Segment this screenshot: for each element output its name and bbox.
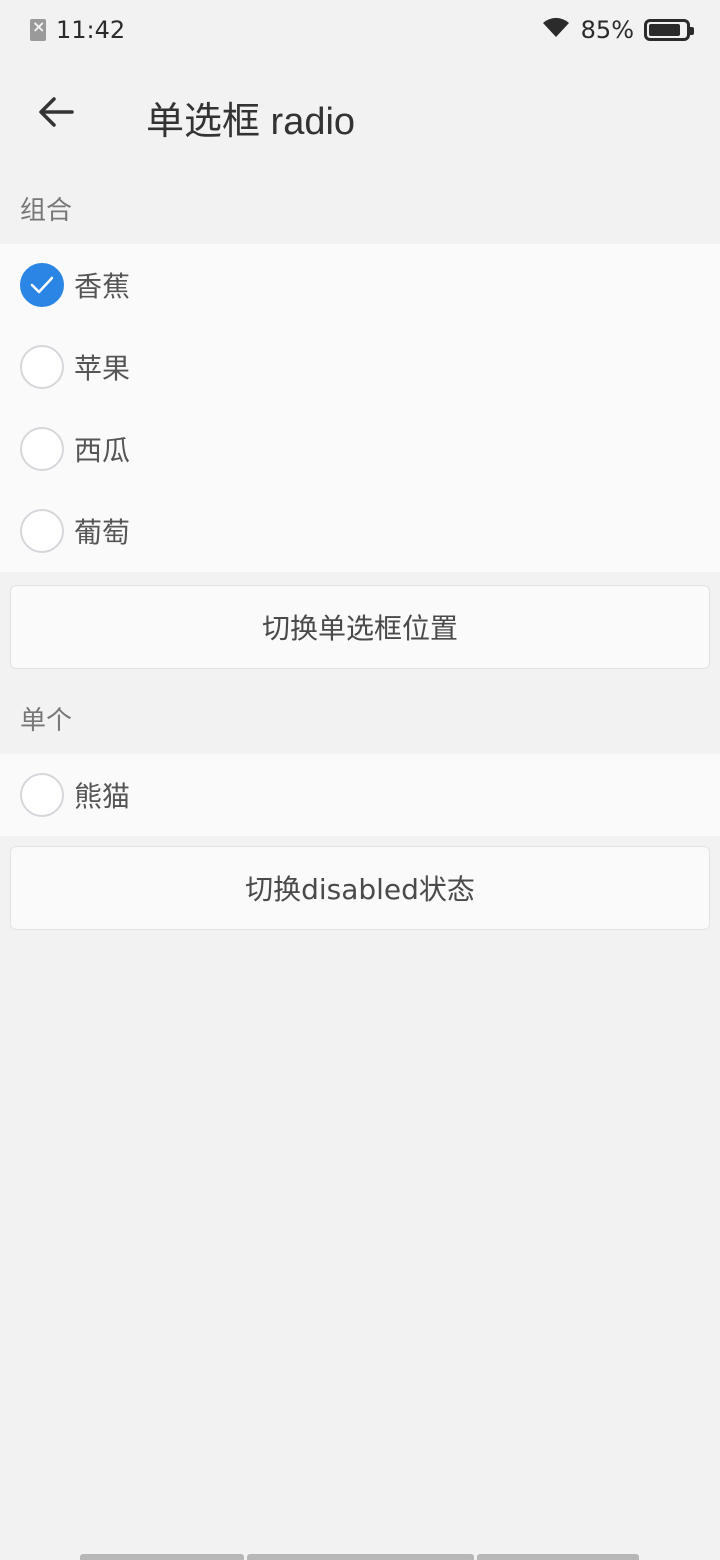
status-bar: 11:42 85% — [0, 0, 720, 60]
section-label-group: 组合 — [20, 196, 73, 226]
status-time: 11:42 — [56, 16, 126, 44]
nav-bar: 单选框 radio — [0, 60, 720, 170]
battery-icon — [644, 19, 694, 41]
battery-percent: 85% — [580, 16, 634, 44]
radio-item-panda[interactable]: 熊猫 — [0, 754, 720, 836]
radio-group: 香蕉 苹果 西瓜 葡萄 — [0, 244, 720, 572]
radio-label: 熊猫 — [74, 780, 131, 813]
radio-item-banana[interactable]: 香蕉 — [0, 244, 720, 326]
toggle-position-button[interactable]: 切换单选框位置 — [10, 585, 710, 669]
no-sim-icon — [30, 17, 46, 41]
status-left: 11:42 — [30, 16, 125, 44]
radio-unchecked[interactable] — [20, 773, 64, 817]
radio-unchecked[interactable] — [20, 509, 64, 553]
back-button[interactable] — [30, 86, 82, 138]
arrow-left-icon — [39, 97, 74, 127]
radio-single: 熊猫 — [0, 754, 720, 836]
toggle-disabled-button[interactable]: 切换disabled状态 — [10, 846, 710, 930]
radio-unchecked[interactable] — [20, 427, 64, 471]
nav-indicator-center — [247, 1554, 474, 1560]
radio-checked[interactable] — [20, 263, 64, 307]
radio-label: 香蕉 — [74, 270, 131, 303]
wifi-icon — [541, 15, 571, 45]
battery-fill — [649, 24, 680, 36]
radio-label: 苹果 — [74, 352, 131, 385]
radio-unchecked[interactable] — [20, 345, 64, 389]
status-right: 85% — [541, 15, 694, 45]
radio-label: 葡萄 — [74, 516, 131, 549]
radio-item-grape[interactable]: 葡萄 — [0, 490, 720, 572]
radio-item-apple[interactable]: 苹果 — [0, 326, 720, 408]
section-label-single: 单个 — [20, 706, 73, 736]
page-title: 单选框 radio — [146, 101, 356, 143]
check-icon — [30, 276, 54, 294]
radio-label: 西瓜 — [74, 434, 131, 467]
radio-item-watermelon[interactable]: 西瓜 — [0, 408, 720, 490]
nav-indicator-left — [80, 1554, 244, 1560]
nav-indicator-right — [477, 1554, 639, 1560]
